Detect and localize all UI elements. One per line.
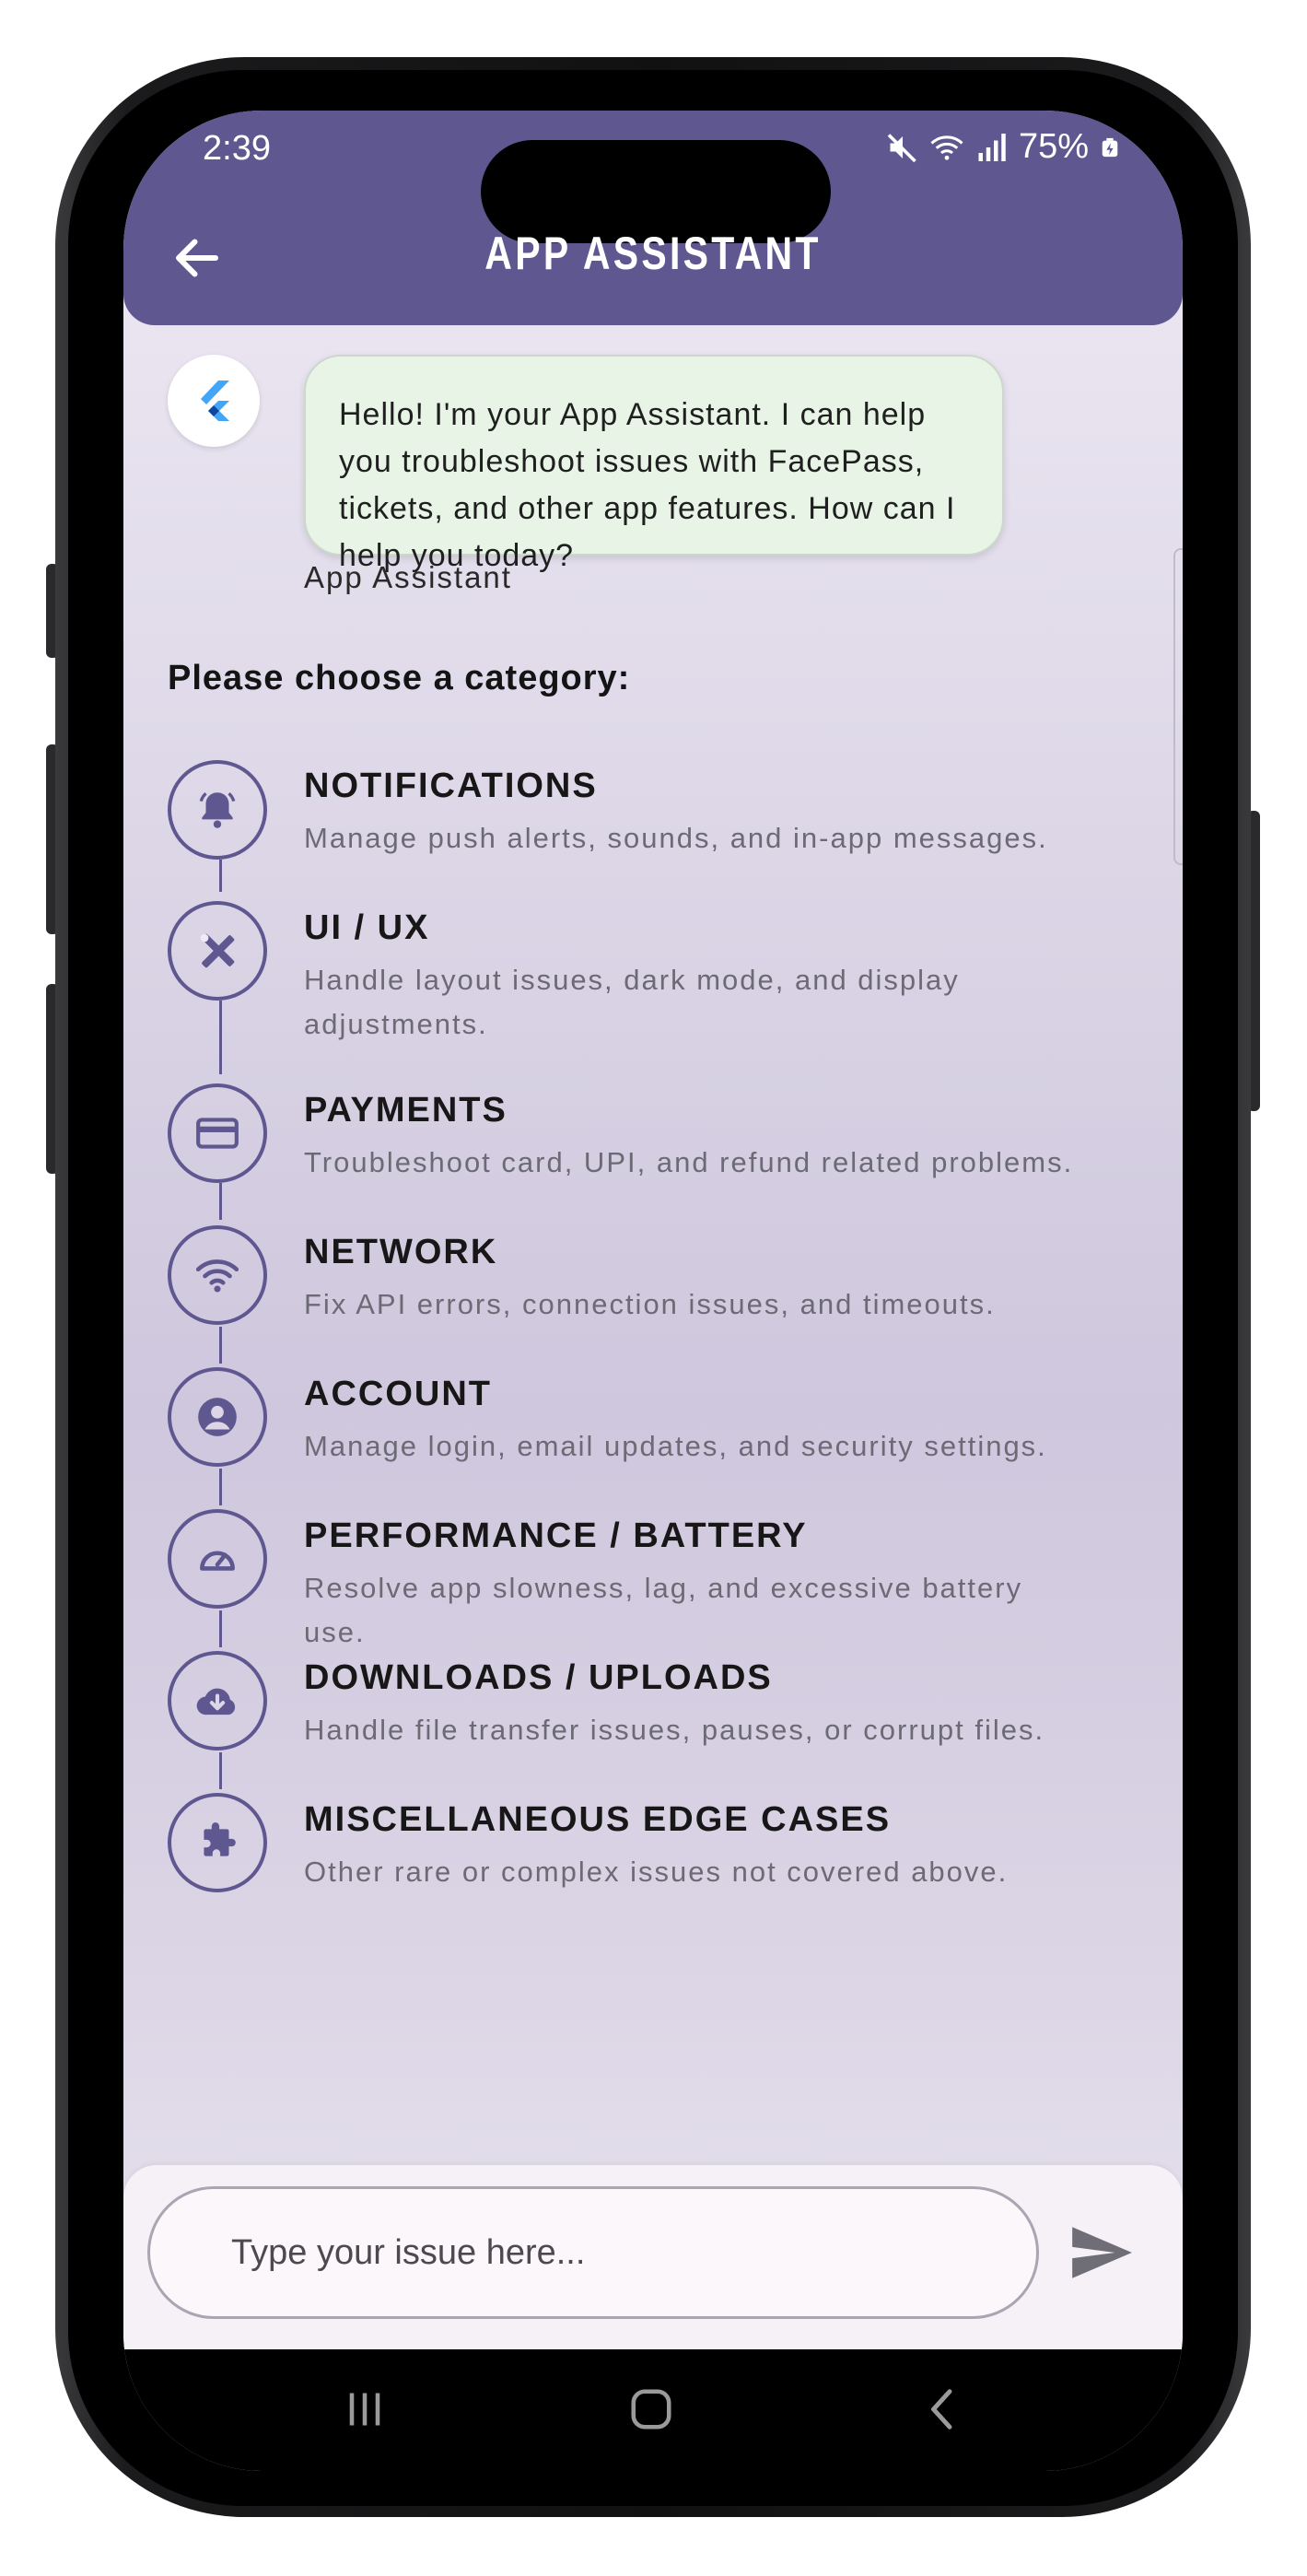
status-time: 2:39 <box>203 129 271 168</box>
category-description: Handle file transfer issues, pauses, or … <box>304 1714 1045 1746</box>
signal-icon <box>978 133 1006 161</box>
category-description: Resolve app slowness, lag, and excessive… <box>304 1572 1023 1648</box>
category-description: Fix API errors, connection issues, and t… <box>304 1288 996 1320</box>
timeline-connector <box>219 1469 222 1505</box>
category-account-button[interactable] <box>168 1367 267 1467</box>
page-title: APP ASSISTANT <box>484 228 822 279</box>
mute-icon <box>887 133 916 162</box>
status-icons: 75% <box>886 127 1120 167</box>
category-title[interactable]: ACCOUNT <box>304 1375 492 1414</box>
category-performance-button[interactable] <box>168 1509 267 1609</box>
wifi-status-icon <box>930 135 963 160</box>
assistant-message-bubble: Hello! I'm your App Assistant. I can hel… <box>304 355 1004 573</box>
category-title[interactable]: DOWNLOADS / UPLOADS <box>304 1658 773 1698</box>
credit-card-icon <box>196 1118 239 1149</box>
system-nav-bar <box>123 2349 1183 2471</box>
issue-input[interactable] <box>147 2186 1039 2319</box>
app-screen: 2:39 75% APP ASSISTANT Hello! I'm your A… <box>123 111 1183 2471</box>
timeline-connector <box>219 860 222 892</box>
bell-icon <box>199 792 236 828</box>
category-title[interactable]: UI / UX <box>304 908 429 948</box>
back-arrow-icon[interactable] <box>169 230 225 286</box>
category-description: Other rare or complex issues not covered… <box>304 1856 1009 1888</box>
message-sender-label: App Assistant <box>304 560 512 594</box>
category-downloads-button[interactable] <box>168 1651 267 1751</box>
recent-apps-icon[interactable] <box>328 2377 402 2441</box>
category-ui-ux-button[interactable] <box>168 901 267 1001</box>
timeline-connector <box>219 1001 222 1074</box>
design-tools-icon <box>200 933 235 968</box>
category-title[interactable]: NOTIFICATIONS <box>304 767 598 806</box>
category-description: Manage login, email updates, and securit… <box>304 1430 1047 1462</box>
app-header: 2:39 75% APP ASSISTANT <box>123 111 1183 325</box>
category-description: Handle layout issues, dark mode, and dis… <box>304 964 960 1040</box>
timeline-connector <box>219 1327 222 1364</box>
battery-percent: 75% <box>1018 127 1089 166</box>
assistant-avatar <box>168 355 260 447</box>
timeline-connector <box>219 1610 222 1647</box>
battery-charging-icon <box>1102 137 1118 157</box>
wifi-icon <box>195 1259 239 1293</box>
category-title[interactable]: PERFORMANCE / BATTERY <box>304 1516 808 1556</box>
category-description: Troubleshoot card, UPI, and refund relat… <box>304 1146 1074 1178</box>
category-title[interactable]: PAYMENTS <box>304 1091 508 1130</box>
category-network-button[interactable] <box>168 1225 267 1325</box>
timeline-connector <box>219 1183 222 1220</box>
category-title[interactable]: MISCELLANEOUS EDGE CASES <box>304 1800 891 1840</box>
flutter-logo-icon <box>201 381 229 421</box>
puzzle-icon <box>204 1822 236 1856</box>
category-heading: Please choose a category: <box>168 659 631 697</box>
category-description: Manage push alerts, sounds, and in-app m… <box>304 822 1048 854</box>
speedometer-icon <box>200 1551 235 1571</box>
scrollbar[interactable] <box>1173 548 1183 865</box>
category-payments-button[interactable] <box>168 1083 267 1183</box>
category-miscellaneous-button[interactable] <box>168 1793 267 1892</box>
category-title[interactable]: NETWORK <box>304 1233 497 1272</box>
timeline-connector <box>219 1752 222 1789</box>
cloud-download-icon <box>196 1688 236 1715</box>
category-notifications-button[interactable] <box>168 760 267 860</box>
send-icon[interactable] <box>1067 2219 1135 2287</box>
back-nav-icon[interactable] <box>906 2377 980 2441</box>
home-icon[interactable] <box>614 2377 688 2441</box>
account-circle-icon <box>198 1398 237 1436</box>
